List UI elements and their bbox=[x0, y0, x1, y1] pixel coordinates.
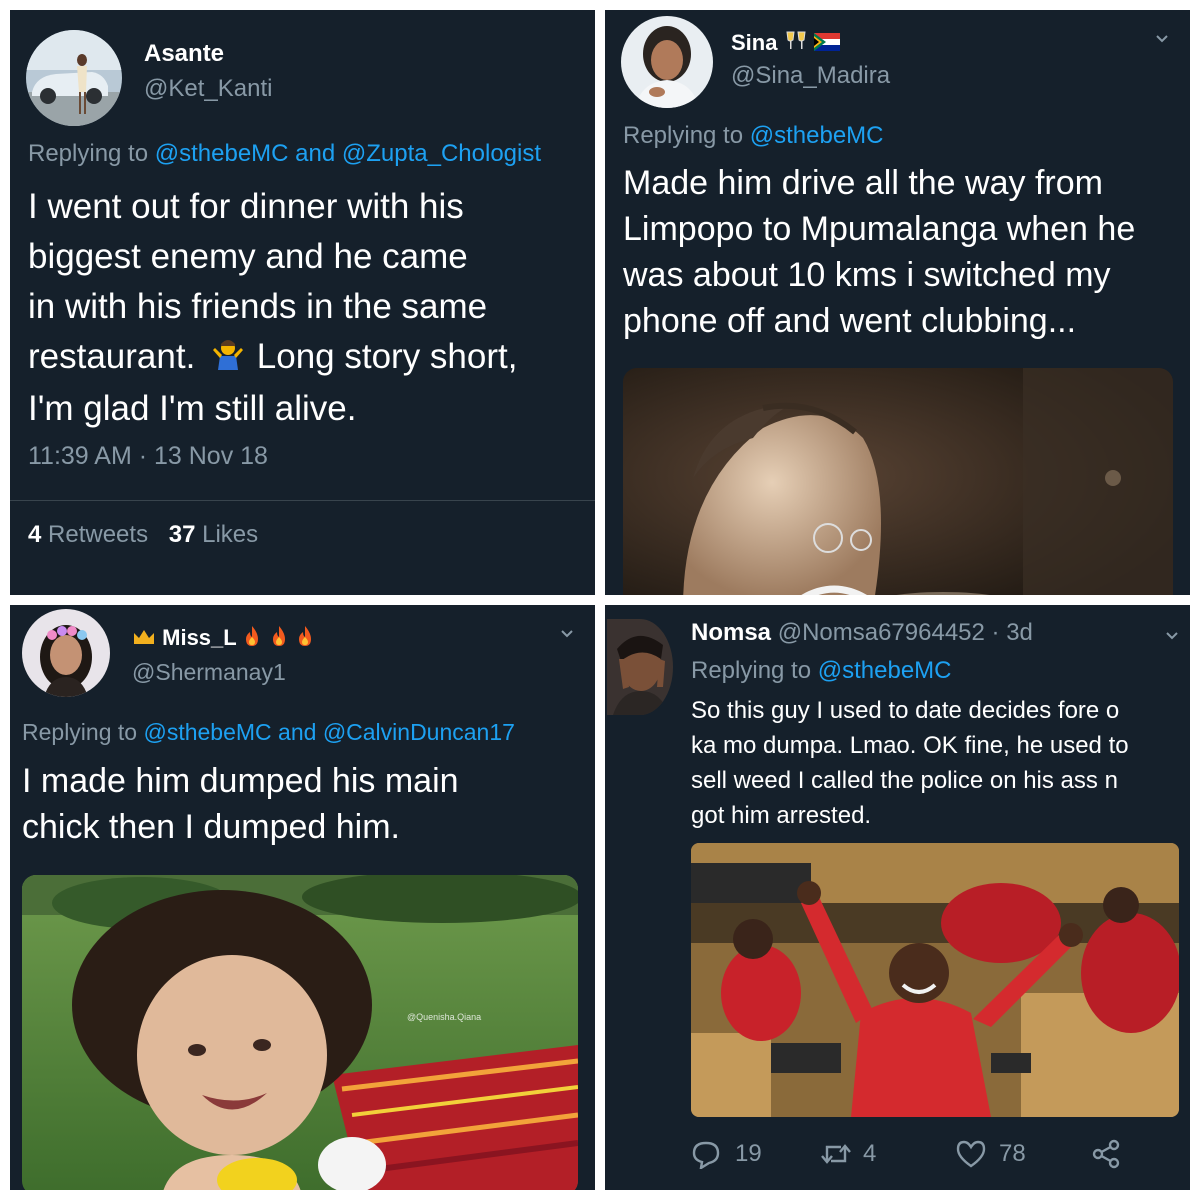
tweet-line: I went out for dinner with his bbox=[28, 187, 464, 226]
mention-joiner[interactable]: and bbox=[295, 140, 335, 167]
mention-link[interactable]: @sthebeMC bbox=[143, 719, 271, 745]
tweet-line: in with his friends in the same bbox=[28, 287, 488, 326]
replying-prefix: Replying to bbox=[22, 719, 138, 745]
share-icon bbox=[1092, 1139, 1120, 1169]
replying-prefix: Replying to bbox=[691, 657, 812, 684]
display-name-text: Miss_L bbox=[162, 625, 237, 650]
tweet-text: I went out for dinner with his biggest e… bbox=[28, 182, 593, 434]
tweet-age[interactable]: · 3d bbox=[992, 619, 1033, 646]
tweet-line: sell weed I called the police on his ass… bbox=[691, 767, 1118, 794]
avatar[interactable] bbox=[22, 609, 110, 697]
tweet-line: Made him drive all the way from bbox=[623, 164, 1103, 202]
reply-action[interactable]: 19 bbox=[691, 1139, 762, 1169]
retweets-label: Retweets bbox=[48, 521, 149, 548]
tweet-line: ka mo dumpa. Lmao. OK fine, he used to bbox=[691, 732, 1129, 759]
crown-emoji-icon bbox=[132, 626, 156, 652]
user-handle[interactable]: @Ket_Kanti bbox=[144, 75, 272, 103]
sa-flag-emoji-icon bbox=[813, 31, 840, 57]
likes-label: Likes bbox=[202, 521, 259, 548]
avatar[interactable] bbox=[621, 16, 713, 108]
share-action[interactable] bbox=[1091, 1139, 1121, 1176]
retweet-action[interactable]: 4 bbox=[819, 1139, 876, 1169]
display-name-text: Sina bbox=[731, 30, 778, 55]
mention-link[interactable]: @Zupta_Chologist bbox=[342, 140, 541, 167]
display-name[interactable]: Miss_L bbox=[132, 625, 315, 653]
replying-to-line: Replying to @sthebeMC bbox=[623, 122, 884, 150]
tweet-text: Made him drive all the way from Limpopo … bbox=[623, 160, 1188, 344]
mention-link[interactable]: @sthebeMC bbox=[155, 140, 289, 167]
display-name[interactable]: Sina bbox=[731, 30, 840, 58]
tweet-line-part: Long story short, bbox=[256, 337, 518, 376]
chevron-down-icon[interactable] bbox=[1155, 32, 1169, 46]
replying-to-line: Replying to @sthebeMC and @CalvinDuncan1… bbox=[22, 719, 515, 746]
like-action[interactable]: 78 bbox=[955, 1139, 1026, 1169]
tweet-panel-nomsa: Nomsa @Nomsa67964452 · 3d Replying to @s… bbox=[605, 605, 1190, 1190]
tweet-header: Nomsa @Nomsa67964452 · 3d bbox=[691, 619, 1033, 647]
tweet-line: biggest enemy and he came bbox=[28, 237, 468, 276]
tweet-action-bar: 19 4 78 bbox=[691, 1139, 1121, 1171]
flame-emoji-icon bbox=[242, 625, 262, 653]
tweet-line: So this guy I used to date decides fore … bbox=[691, 697, 1120, 724]
tweet-line-with-emoji: restaurant. Long story short, bbox=[28, 332, 593, 384]
mention-link[interactable]: @sthebeMC bbox=[818, 657, 952, 684]
image-watermark: @Quenisha.Qiana bbox=[407, 1012, 481, 1022]
avatar[interactable] bbox=[26, 30, 122, 126]
tweet-line: I made him dumped his main bbox=[22, 762, 459, 800]
tweet-line: chick then I dumped him. bbox=[22, 808, 400, 846]
tweet-panel-miss-l: Miss_L @Shermanay1 Replying to @sthebeMC… bbox=[10, 605, 595, 1190]
user-handle[interactable]: @Nomsa67964452 bbox=[778, 619, 985, 646]
tweet-panel-sina: Sina @Sina_Madira Replying to @sthebeMC … bbox=[605, 10, 1190, 595]
mention-link[interactable]: @sthebeMC bbox=[750, 122, 884, 149]
retweet-count: 4 bbox=[863, 1140, 877, 1167]
avatar[interactable] bbox=[607, 619, 673, 715]
display-name[interactable]: Nomsa bbox=[691, 619, 771, 646]
retweets-count: 4 bbox=[28, 521, 42, 548]
like-count: 78 bbox=[999, 1140, 1026, 1167]
flame-emoji-icon bbox=[269, 625, 289, 653]
tweet-text: I made him dumped his main chick then I … bbox=[22, 758, 587, 850]
tweet-line: was about 10 kms i switched my bbox=[623, 256, 1111, 294]
replying-to-line: Replying to @sthebeMC bbox=[691, 657, 952, 685]
tweet-line: got him arrested. bbox=[691, 802, 872, 829]
reply-count: 19 bbox=[735, 1140, 762, 1167]
tweet-panel-asante: Asante @Ket_Kanti Replying to @sthebeMC … bbox=[10, 10, 595, 595]
engagement-stats: 4 Retweets 37 Likes bbox=[28, 521, 258, 549]
replying-prefix: Replying to bbox=[623, 122, 744, 149]
reply-icon bbox=[692, 1141, 720, 1169]
cheers-emoji-icon bbox=[784, 30, 808, 58]
tweet-line-part: restaurant. bbox=[28, 337, 196, 376]
replying-prefix: Replying to bbox=[28, 140, 149, 167]
chevron-down-icon[interactable] bbox=[560, 627, 574, 641]
user-handle[interactable]: @Shermanay1 bbox=[132, 659, 286, 686]
timestamp[interactable]: 11:39 AM · 13 Nov 18 bbox=[28, 442, 268, 471]
user-handle[interactable]: @Sina_Madira bbox=[731, 62, 890, 90]
display-name[interactable]: Asante bbox=[144, 40, 224, 68]
tweet-media-photo[interactable] bbox=[623, 368, 1173, 595]
tweet-media-photo[interactable] bbox=[691, 843, 1179, 1117]
heart-icon bbox=[956, 1140, 986, 1168]
tweet-line: Limpopo to Mpumalanga when he bbox=[623, 210, 1136, 248]
retweets-stat[interactable]: 4 Retweets bbox=[28, 521, 155, 548]
mention-link[interactable]: @CalvinDuncan17 bbox=[323, 719, 515, 745]
mention-joiner[interactable]: and bbox=[278, 719, 316, 745]
tweet-text: So this guy I used to date decides fore … bbox=[691, 693, 1186, 833]
flame-emoji-icon bbox=[295, 625, 315, 653]
tweet-line: I'm glad I'm still alive. bbox=[28, 388, 357, 428]
replying-to-line: Replying to @sthebeMC and @Zupta_Chologi… bbox=[28, 140, 541, 168]
likes-count: 37 bbox=[168, 521, 196, 548]
likes-stat[interactable]: 37 Likes bbox=[169, 521, 258, 548]
chevron-down-icon[interactable] bbox=[1165, 629, 1179, 643]
tweet-media-photo[interactable]: @Quenisha.Qiana bbox=[22, 875, 578, 1190]
shrug-emoji-icon bbox=[211, 334, 245, 384]
tweet-divider bbox=[10, 500, 595, 501]
retweet-icon bbox=[821, 1144, 851, 1164]
tweet-line: phone off and went clubbing... bbox=[623, 302, 1077, 340]
